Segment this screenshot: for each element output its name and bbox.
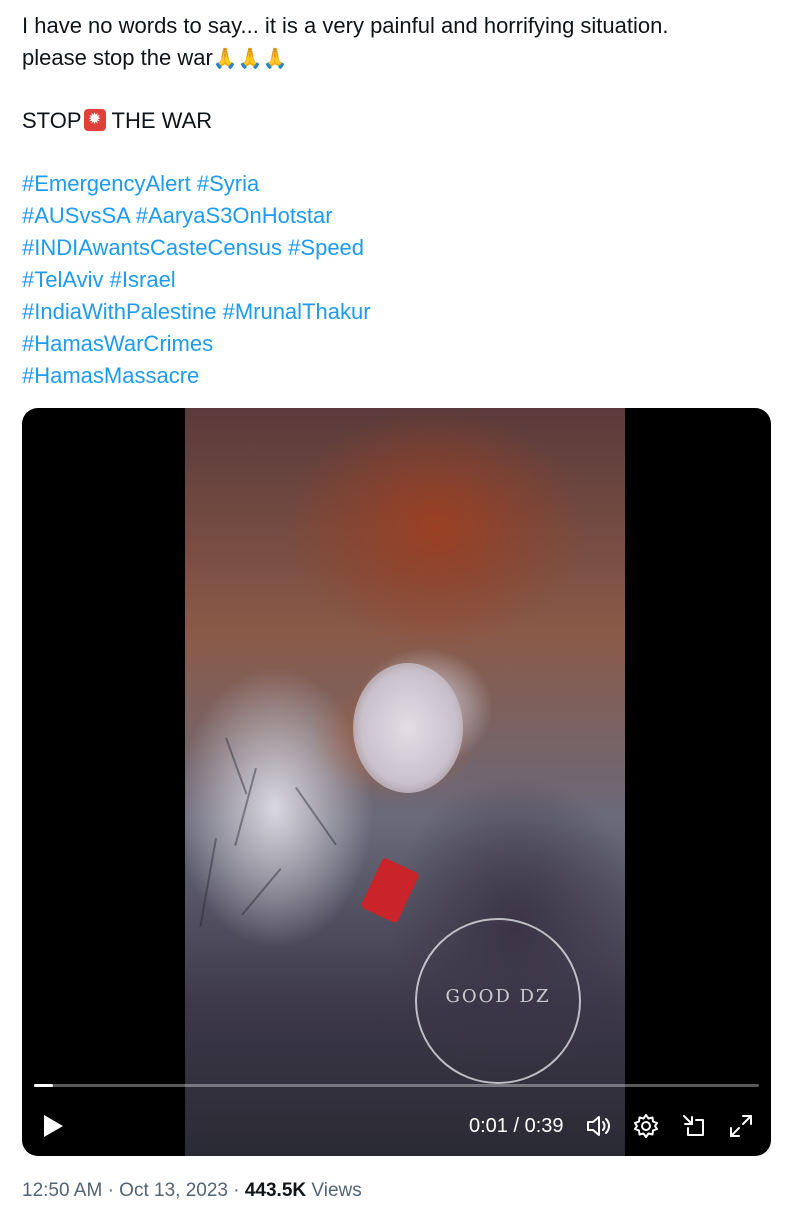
progress-fill (34, 1084, 53, 1087)
tweet-meta: 12:50 AM · Oct 13, 2023 · 443.5K Views (22, 1180, 362, 1202)
hashtag-link[interactable]: #TelAviv (22, 267, 104, 292)
views-label: Views (311, 1180, 362, 1201)
video-frame[interactable]: GOOD DZ (185, 408, 625, 1156)
meta-separator: · (107, 1180, 114, 1201)
duration: 0:39 (524, 1115, 564, 1137)
tweet-text: I have no words to say... it is a very p… (22, 10, 782, 392)
video-time: 0:01 / 0:39 (469, 1113, 564, 1139)
hashtag-link[interactable]: #HamasWarCrimes (22, 331, 213, 356)
play-button[interactable] (40, 1113, 66, 1139)
fullscreen-icon (730, 1115, 752, 1137)
hashtag-link[interactable]: #HamasMassacre (22, 363, 199, 388)
siren-emoji (83, 109, 106, 131)
rubble-crack (225, 737, 248, 795)
hashtag-link[interactable]: #MrunalThakur (223, 299, 371, 324)
progress-bar[interactable] (34, 1084, 759, 1087)
video-player[interactable]: GOOD DZ 0:01 / 0:39 (22, 408, 771, 1156)
hashtag-link[interactable]: #Syria (197, 171, 259, 196)
watermark-logo: GOOD DZ (415, 918, 581, 1084)
settings-button[interactable] (632, 1112, 660, 1140)
volume-button[interactable] (584, 1112, 612, 1140)
video-subject (353, 663, 463, 793)
dock-button[interactable] (680, 1112, 708, 1140)
hashtag-link[interactable]: #IndiaWithPalestine (22, 299, 216, 324)
tweet-time[interactable]: 12:50 AM (22, 1180, 102, 1201)
views-count: 443.5K (244, 1180, 307, 1201)
watermark-text: GOOD DZ (445, 986, 551, 1007)
video-controls: 0:01 / 0:39 (22, 1108, 771, 1144)
the-war-text: THE WAR (111, 108, 213, 133)
current-time: 0:01 (469, 1115, 508, 1137)
meta-separator: · (233, 1180, 240, 1201)
red-cloth (360, 857, 420, 924)
volume-icon (587, 1116, 610, 1136)
hashtag-link[interactable]: #INDIAwantsCasteCensus (22, 235, 282, 260)
stop-text: STOP (22, 108, 82, 133)
rubble-crack (295, 786, 337, 846)
hashtag-link[interactable]: #AUSvsSA (22, 203, 130, 228)
rubble-crack (234, 768, 257, 846)
settings-icon (634, 1114, 658, 1138)
tweet-line-1: I have no words to say... it is a very p… (22, 13, 669, 38)
hashtag-link[interactable]: #EmergencyAlert (22, 171, 191, 196)
tweet-date[interactable]: Oct 13, 2023 (119, 1180, 228, 1201)
hashtag-link[interactable]: #AaryaS3OnHotstar (136, 203, 333, 228)
tweet-line-2: please stop the war🙏🙏🙏 (22, 42, 782, 74)
hashtag-link[interactable]: #Speed (288, 235, 364, 260)
rubble-crack (241, 868, 282, 916)
dock-icon (683, 1115, 704, 1136)
tweet-line-2-text: please stop the war (22, 45, 213, 70)
fullscreen-button[interactable] (727, 1112, 755, 1140)
rubble-crack (199, 838, 217, 927)
play-icon (44, 1115, 63, 1137)
stop-the-war-line: STOP THE WAR (22, 105, 782, 137)
time-separator: / (513, 1115, 520, 1137)
folded-hands-emoji: 🙏🙏🙏 (212, 46, 288, 70)
hashtag-link[interactable]: #Israel (110, 267, 176, 292)
